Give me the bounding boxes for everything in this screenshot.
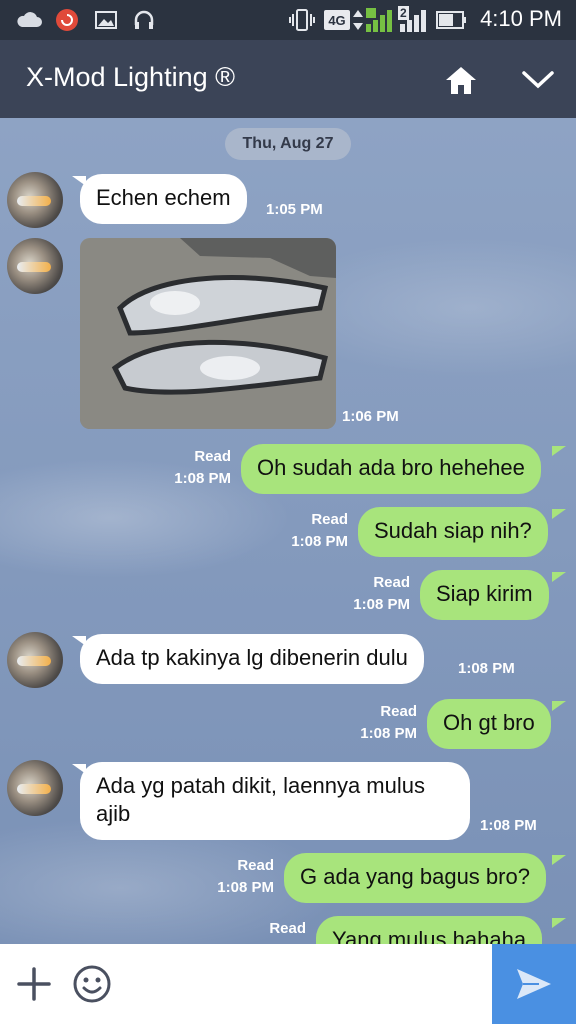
menu-toggle-button[interactable]	[518, 60, 558, 100]
smiley-icon	[73, 965, 111, 1003]
message-bubble[interactable]: Yang mulus hahaha	[316, 916, 543, 944]
message-time: 1:08 PM	[353, 596, 410, 613]
battery-icon	[436, 8, 468, 32]
status-bar: 4G 2 4:10 PM	[0, 0, 576, 40]
plus-icon	[17, 967, 51, 1001]
message-time: 1:08 PM	[174, 470, 231, 487]
message-bubble[interactable]: Ada tp kakinya lg dibenerin dulu	[80, 634, 424, 684]
avatar[interactable]	[7, 238, 63, 294]
message-bubble[interactable]: Echen echem	[80, 174, 247, 224]
gallery-icon	[94, 8, 118, 32]
message-bubble[interactable]: Siap kirim	[420, 570, 549, 620]
message-time: 1:08 PM	[480, 817, 537, 834]
app-notification-icon	[55, 8, 79, 32]
message-bubble[interactable]: Oh gt bro	[427, 699, 551, 749]
chat-title: X-Mod Lighting ®	[26, 62, 235, 92]
message-bubble[interactable]: Ada yg patah dikit, laennya mulus ajib	[80, 762, 470, 840]
message-time: 1:05 PM	[266, 201, 323, 218]
message-read-status: Read	[380, 703, 417, 720]
message-read-status: Read	[373, 574, 410, 591]
sim2-label: 2	[398, 6, 409, 20]
message-time: 1:08 PM	[458, 660, 515, 677]
date-separator: Thu, Aug 27	[225, 128, 351, 160]
message-time: 1:08 PM	[360, 725, 417, 742]
send-button[interactable]	[492, 944, 576, 1024]
message-bubble[interactable]: Sudah siap nih?	[358, 507, 548, 557]
avatar[interactable]	[7, 172, 63, 228]
network-type-label: 4G	[324, 10, 350, 30]
headphones-icon	[132, 8, 156, 32]
message-read-status: Read	[311, 511, 348, 528]
send-icon	[517, 969, 551, 999]
cloud-icon	[16, 8, 42, 32]
message-time: 1:06 PM	[342, 408, 399, 425]
message-time: 1:08 PM	[217, 879, 274, 896]
avatar[interactable]	[7, 632, 63, 688]
message-read-status: Read	[237, 857, 274, 874]
status-time: 4:10 PM	[480, 6, 562, 31]
add-attachment-button[interactable]	[14, 964, 54, 1004]
message-read-status: Read	[269, 920, 306, 937]
message-input[interactable]	[125, 956, 480, 1012]
signal-icon	[364, 8, 394, 32]
avatar[interactable]	[7, 760, 63, 816]
vibrate-icon	[288, 8, 316, 32]
data-arrows-icon	[352, 8, 364, 32]
message-read-status: Read	[194, 448, 231, 465]
message-bubble[interactable]: G ada yang bagus bro?	[284, 853, 546, 903]
message-list[interactable]: Thu, Aug 27 Echen echem 1:05 PM 1:06 PM …	[0, 118, 576, 944]
home-button[interactable]	[441, 60, 481, 100]
image-message[interactable]	[80, 238, 336, 429]
signal-sim2-icon: 2	[398, 6, 428, 32]
chat-header: X-Mod Lighting ®	[0, 40, 576, 118]
emoji-button[interactable]	[72, 964, 112, 1004]
message-bubble[interactable]: Oh sudah ada bro hehehee	[241, 444, 541, 494]
headlamp-photo	[80, 238, 336, 429]
message-composer	[0, 944, 576, 1024]
chevron-down-icon	[522, 71, 554, 89]
message-time: 1:08 PM	[291, 533, 348, 550]
home-icon	[446, 67, 476, 94]
